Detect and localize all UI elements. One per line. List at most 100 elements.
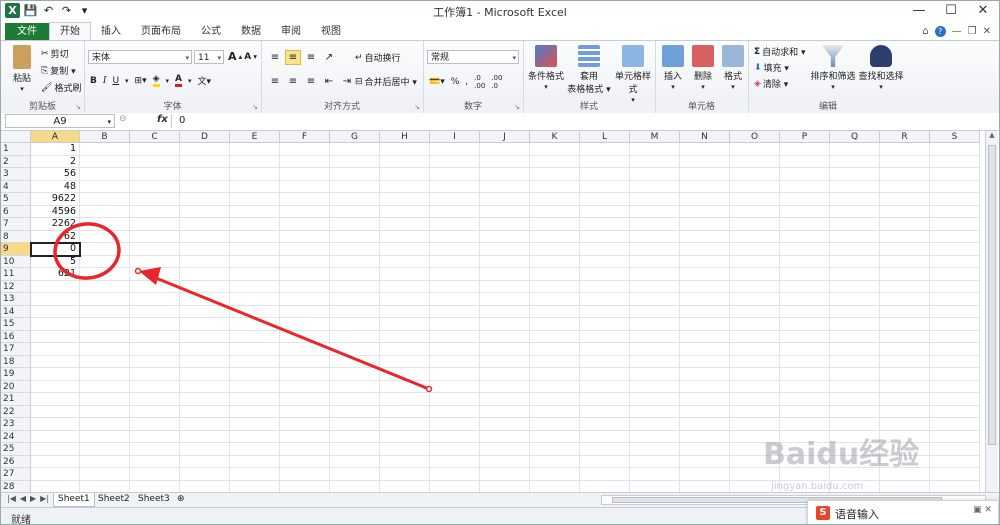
- help-icon[interactable]: ?: [934, 25, 946, 37]
- currency-icon[interactable]: 💳▾: [429, 77, 445, 87]
- orientation-icon[interactable]: ↗: [321, 50, 337, 65]
- cell-i8[interactable]: [430, 230, 480, 243]
- cell-f13[interactable]: [280, 293, 330, 306]
- cell-f6[interactable]: [280, 205, 330, 218]
- cell-d2[interactable]: [180, 155, 230, 168]
- cell-b9[interactable]: [80, 243, 130, 256]
- cell-g20[interactable]: [330, 380, 380, 393]
- cell-h14[interactable]: [380, 305, 430, 318]
- row-header-5[interactable]: 5: [1, 193, 31, 206]
- comma-icon[interactable]: ,: [465, 77, 468, 87]
- cell-l9[interactable]: [580, 243, 630, 256]
- cell-n1[interactable]: [680, 143, 730, 156]
- cell-n8[interactable]: [680, 230, 730, 243]
- cell-e16[interactable]: [230, 330, 280, 343]
- cell-s13[interactable]: [930, 293, 980, 306]
- cell-p2[interactable]: [780, 155, 830, 168]
- number-format-combo[interactable]: 常规 ▾: [427, 50, 519, 64]
- merge-center-button[interactable]: ⊟ 合并后居中 ▾: [355, 75, 417, 89]
- cell-c13[interactable]: [130, 293, 180, 306]
- cell-i11[interactable]: [430, 268, 480, 281]
- cell-g1[interactable]: [330, 143, 380, 156]
- tab-home[interactable]: 开始: [49, 22, 91, 40]
- cell-s17[interactable]: [930, 343, 980, 356]
- cell-i3[interactable]: [430, 168, 480, 181]
- cell-a27[interactable]: [31, 468, 80, 481]
- cell-d18[interactable]: [180, 355, 230, 368]
- cell-j14[interactable]: [480, 305, 530, 318]
- cell-i21[interactable]: [430, 393, 480, 406]
- phonetic-icon[interactable]: 文▾: [198, 74, 212, 87]
- cell-a1[interactable]: 1: [31, 143, 80, 156]
- cell-k9[interactable]: [530, 243, 580, 256]
- cell-d3[interactable]: [180, 168, 230, 181]
- cell-c15[interactable]: [130, 318, 180, 331]
- workbook-restore-icon[interactable]: ❐: [968, 26, 977, 37]
- close-button[interactable]: ✕: [967, 1, 999, 21]
- cell-b22[interactable]: [80, 405, 130, 418]
- cell-f28[interactable]: [280, 480, 330, 492]
- next-sheet-icon[interactable]: ▶: [30, 494, 36, 503]
- cell-d17[interactable]: [180, 343, 230, 356]
- cell-l1[interactable]: [580, 143, 630, 156]
- cell-r9[interactable]: [880, 243, 930, 256]
- cell-g21[interactable]: [330, 393, 380, 406]
- cell-g24[interactable]: [330, 430, 380, 443]
- cell-b2[interactable]: [80, 155, 130, 168]
- cell-l2[interactable]: [580, 155, 630, 168]
- cell-b17[interactable]: [80, 343, 130, 356]
- cell-a28[interactable]: [31, 480, 80, 492]
- column-header-k[interactable]: K: [530, 131, 580, 143]
- cell-o1[interactable]: [730, 143, 780, 156]
- cell-f19[interactable]: [280, 368, 330, 381]
- cell-a26[interactable]: [31, 455, 80, 468]
- cell-s28[interactable]: [930, 480, 980, 492]
- cell-e5[interactable]: [230, 193, 280, 206]
- cell-f12[interactable]: [280, 280, 330, 293]
- cell-i19[interactable]: [430, 368, 480, 381]
- cell-s22[interactable]: [930, 405, 980, 418]
- cell-k2[interactable]: [530, 155, 580, 168]
- cell-m19[interactable]: [630, 368, 680, 381]
- cell-g2[interactable]: [330, 155, 380, 168]
- cell-l17[interactable]: [580, 343, 630, 356]
- cell-l3[interactable]: [580, 168, 630, 181]
- cell-c14[interactable]: [130, 305, 180, 318]
- cell-l23[interactable]: [580, 418, 630, 431]
- cell-s2[interactable]: [930, 155, 980, 168]
- formula-bar-resize-icon[interactable]: ⊖: [119, 114, 127, 124]
- cell-c22[interactable]: [130, 405, 180, 418]
- cell-n20[interactable]: [680, 380, 730, 393]
- cell-d21[interactable]: [180, 393, 230, 406]
- cell-f25[interactable]: [280, 443, 330, 456]
- cell-f1[interactable]: [280, 143, 330, 156]
- cell-q14[interactable]: [830, 305, 880, 318]
- align-left-icon[interactable]: ≡: [267, 74, 283, 89]
- cell-n25[interactable]: [680, 443, 730, 456]
- cell-k11[interactable]: [530, 268, 580, 281]
- workbook-minimize-icon[interactable]: —: [952, 26, 962, 37]
- cell-f26[interactable]: [280, 455, 330, 468]
- column-header-h[interactable]: H: [380, 131, 430, 143]
- cell-l16[interactable]: [580, 330, 630, 343]
- sheet-tab-1[interactable]: Sheet1: [53, 493, 95, 507]
- cell-h12[interactable]: [380, 280, 430, 293]
- cell-s18[interactable]: [930, 355, 980, 368]
- cell-f10[interactable]: [280, 255, 330, 268]
- cell-d7[interactable]: [180, 218, 230, 231]
- cell-h27[interactable]: [380, 468, 430, 481]
- cell-c28[interactable]: [130, 480, 180, 492]
- cell-p1[interactable]: [780, 143, 830, 156]
- cell-p8[interactable]: [780, 230, 830, 243]
- cell-d10[interactable]: [180, 255, 230, 268]
- cell-d9[interactable]: [180, 243, 230, 256]
- cell-c3[interactable]: [130, 168, 180, 181]
- cell-s6[interactable]: [930, 205, 980, 218]
- cell-b6[interactable]: [80, 205, 130, 218]
- cell-h3[interactable]: [380, 168, 430, 181]
- cell-i14[interactable]: [430, 305, 480, 318]
- cell-f20[interactable]: [280, 380, 330, 393]
- cell-d24[interactable]: [180, 430, 230, 443]
- cell-m9[interactable]: [630, 243, 680, 256]
- cell-j27[interactable]: [480, 468, 530, 481]
